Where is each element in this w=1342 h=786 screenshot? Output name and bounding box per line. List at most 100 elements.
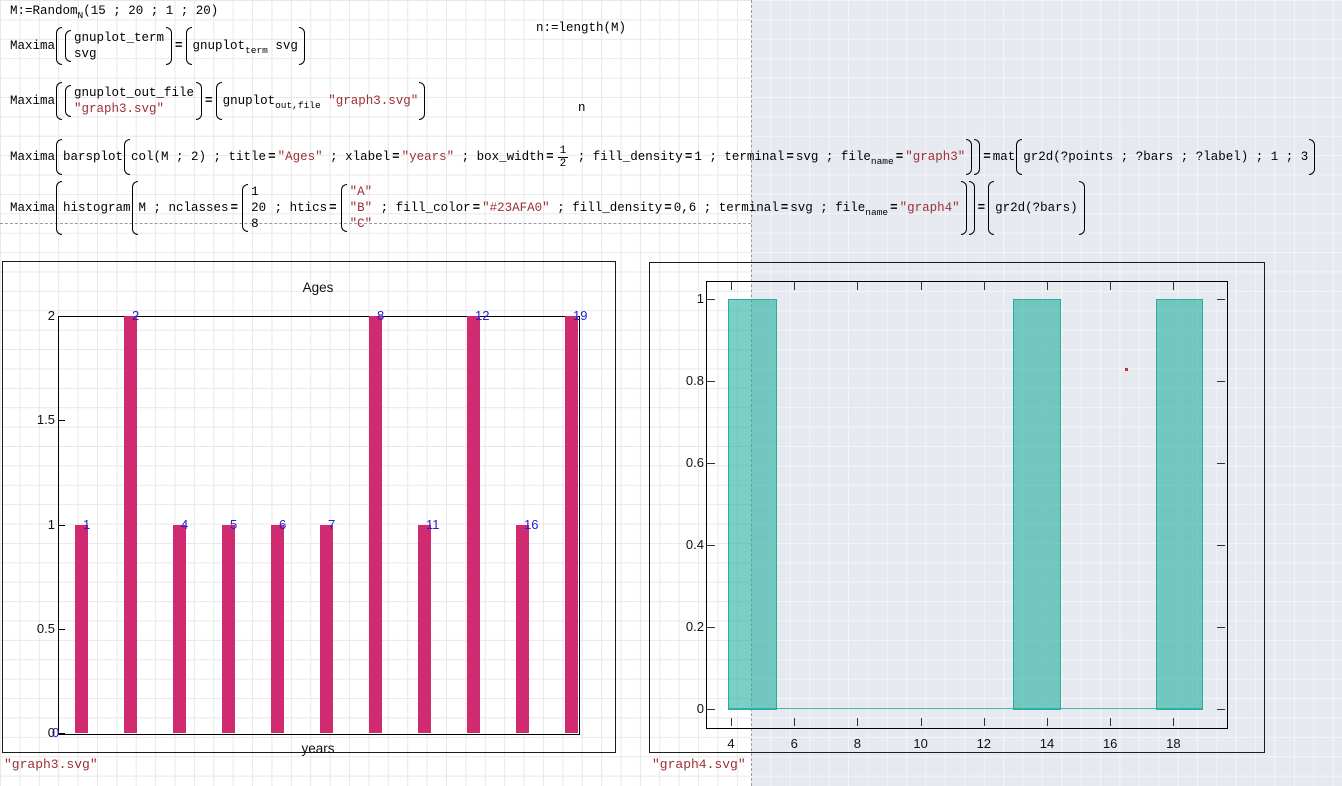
- bar: [222, 525, 235, 734]
- formula-length[interactable]: n:=length(M): [536, 19, 626, 37]
- big-paren: [966, 139, 972, 175]
- y-tick-right: [1217, 545, 1225, 546]
- bar-value-label: 2: [132, 308, 139, 323]
- vector-stack: gnuplot_out_file"graph3.svg": [64, 85, 194, 117]
- histogram-baseline: [728, 708, 1203, 709]
- x-tick-bottom: [1047, 718, 1048, 726]
- y-tick: [58, 316, 65, 317]
- bar: [418, 525, 431, 734]
- x-tick-label: 6: [774, 736, 814, 751]
- formula-gnuplot-out-file[interactable]: Maximagnuplot_out_file"graph3.svg"=gnupl…: [10, 82, 426, 120]
- big-paren: [974, 139, 980, 175]
- brace: [65, 30, 71, 62]
- x-tick-bottom: [984, 718, 985, 726]
- y-tick-left: [707, 545, 715, 546]
- big-paren: [56, 82, 62, 120]
- brace: [65, 85, 71, 117]
- big-paren: [216, 82, 222, 120]
- x-tick-label: 14: [1027, 736, 1067, 751]
- x-tick-bottom: [1173, 718, 1174, 726]
- bar: [173, 525, 186, 734]
- bar-value-label: 12: [475, 308, 489, 323]
- bar-value-label: 8: [377, 308, 384, 323]
- x-tick-label: 16: [1090, 736, 1130, 751]
- y-tick-label: 0: [13, 725, 55, 740]
- formula-n[interactable]: n: [578, 100, 586, 116]
- y-tick-label: 1.5: [13, 412, 55, 427]
- x-tick-top: [984, 282, 985, 290]
- big-paren: [196, 82, 202, 120]
- y-tick-left: [707, 381, 715, 382]
- histogram-bar: [1156, 299, 1203, 710]
- formula-barsplot[interactable]: Maximabarsplotcol(M ; 2) ; title="Ages" …: [10, 139, 1316, 175]
- x-tick-top: [794, 282, 795, 290]
- x-tick-bottom: [731, 718, 732, 726]
- bar: [75, 525, 88, 734]
- vector-stack: gnuplot_termsvg: [64, 30, 164, 62]
- brace: [341, 184, 347, 232]
- big-paren: [419, 82, 425, 120]
- big-paren: [299, 27, 305, 65]
- plot-frame: [706, 281, 1228, 729]
- y-tick-label: 1: [662, 291, 704, 306]
- bar: [369, 316, 382, 733]
- bar-value-label: 6: [279, 517, 286, 532]
- x-tick-bottom: [857, 718, 858, 726]
- bar: [271, 525, 284, 734]
- formula-random-matrix[interactable]: M:=RandomN(15 ; 20 ; 1 ; 20): [10, 2, 218, 20]
- formula-gnuplot-term[interactable]: Maximagnuplot_termsvg=gnuplotterm svg: [10, 27, 306, 65]
- fraction: 12: [558, 145, 569, 170]
- y-tick-label: 1: [13, 517, 55, 532]
- y-tick: [58, 733, 65, 734]
- y-tick-right: [1217, 627, 1225, 628]
- x-tick-top: [857, 282, 858, 290]
- histogram-bar: [1013, 299, 1061, 710]
- big-paren: [56, 181, 62, 235]
- big-paren: [166, 27, 172, 65]
- x-tick-label: 4: [711, 736, 751, 751]
- y-tick-label: 0: [662, 701, 704, 716]
- y-tick: [58, 420, 65, 421]
- x-tick-bottom: [794, 718, 795, 726]
- big-paren: [969, 181, 975, 235]
- x-tick-top: [1047, 282, 1048, 290]
- chart-title: Ages: [58, 280, 578, 295]
- vector-stack: 1208: [241, 184, 266, 232]
- bar-value-label: 7: [328, 517, 335, 532]
- histogram-chart[interactable]: 00.20.40.60.814681012141618: [649, 262, 1265, 753]
- y-tick-label: 0.6: [662, 455, 704, 470]
- bar: [320, 525, 333, 734]
- bar: [565, 316, 578, 733]
- graph4-filename: "graph4.svg": [652, 757, 746, 772]
- chart-xlabel: years: [58, 741, 578, 756]
- y-tick-label: 0.4: [662, 537, 704, 552]
- bar: [467, 316, 480, 733]
- x-tick-label: 18: [1153, 736, 1193, 751]
- x-tick-bottom: [1110, 718, 1111, 726]
- y-tick-label: 2: [13, 308, 55, 323]
- y-tick-label: 0.8: [662, 373, 704, 388]
- x-tick-top: [1173, 282, 1174, 290]
- big-paren: [988, 181, 994, 235]
- big-paren: [56, 139, 62, 175]
- y-tick-right: [1217, 463, 1225, 464]
- big-paren: [1309, 139, 1315, 175]
- x-tick-top: [921, 282, 922, 290]
- y-tick: [58, 629, 65, 630]
- y-tick: [58, 525, 65, 526]
- bar-value-label: 4: [181, 517, 188, 532]
- y-tick-right: [1217, 299, 1225, 300]
- y-tick-left: [707, 299, 715, 300]
- y-tick-left: [707, 709, 715, 710]
- barsplot-chart[interactable]: Ages years 000.511.52124567811121619: [2, 261, 616, 753]
- x-tick-label: 12: [964, 736, 1004, 751]
- big-paren: [186, 27, 192, 65]
- y-tick-label: 0.5: [13, 621, 55, 636]
- x-tick-bottom: [921, 718, 922, 726]
- y-tick-left: [707, 463, 715, 464]
- big-paren: [1079, 181, 1085, 235]
- formula-histogram[interactable]: MaximahistogramM ; nclasses=1208 ; htics…: [10, 181, 1086, 235]
- big-paren: [132, 181, 138, 235]
- y-tick-right: [1217, 381, 1225, 382]
- bar: [124, 316, 137, 733]
